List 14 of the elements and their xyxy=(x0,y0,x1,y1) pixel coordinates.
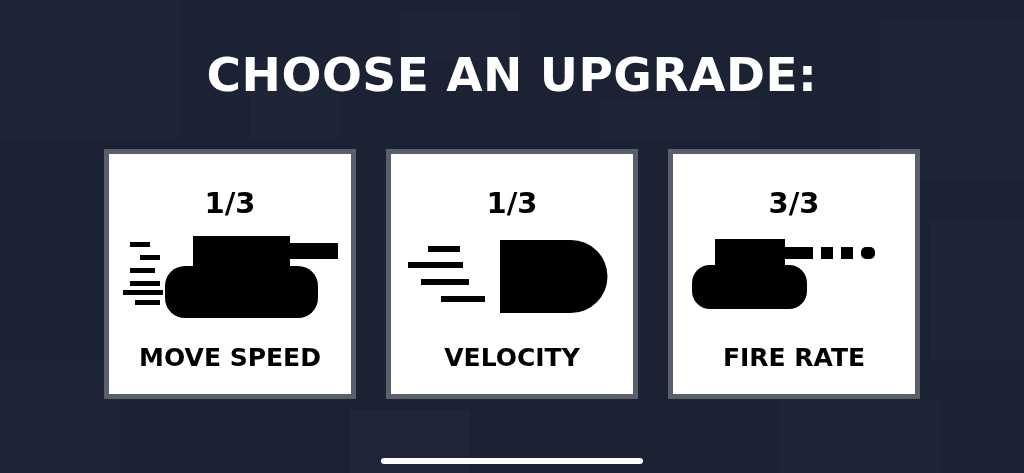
heading: CHOOSE AN UPGRADE: xyxy=(206,46,818,104)
upgrade-card[interactable]: 1/3 MOVE SPEED xyxy=(104,149,356,399)
upgrade-name: VELOCITY xyxy=(444,343,580,373)
tank-icon xyxy=(692,239,875,309)
upgrade-card[interactable]: 3/3 FIRE RATE xyxy=(668,149,920,399)
upgrade-name: MOVE SPEED xyxy=(139,343,321,373)
level-text: 1/3 xyxy=(204,186,256,220)
level-text: 3/3 xyxy=(768,186,820,220)
level-text: 1/3 xyxy=(486,186,538,220)
bullet-icon xyxy=(408,240,608,313)
home-indicator[interactable] xyxy=(381,458,643,464)
upgrade-name: FIRE RATE xyxy=(722,343,866,373)
upgrade-card[interactable]: 1/3 VELOCITY xyxy=(386,149,638,399)
tank-icon xyxy=(123,236,338,318)
